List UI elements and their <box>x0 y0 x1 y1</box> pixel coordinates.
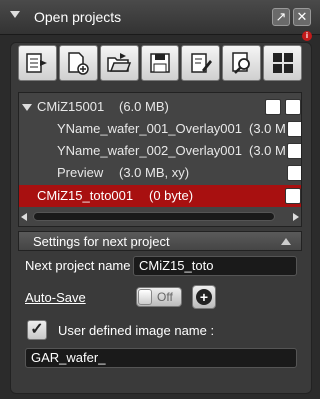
grid-layout-icon <box>272 53 293 73</box>
item-name: Preview <box>57 165 104 180</box>
open-project-button[interactable] <box>18 45 57 81</box>
briefcase-icon[interactable] <box>285 99 301 115</box>
grid-layout-button[interactable] <box>263 45 303 81</box>
list-item[interactable]: YName_wafer_002_Overlay001 (3.0 M <box>19 140 301 162</box>
find-icon <box>231 52 250 74</box>
settings-header[interactable]: Settings for next project <box>18 231 302 251</box>
item-size: (3.0 M <box>249 143 286 158</box>
find-button[interactable] <box>222 45 262 81</box>
project-size: (6.0 MB) <box>119 99 169 114</box>
collapse-icon[interactable] <box>10 11 20 18</box>
close-icon[interactable]: ✕ <box>293 8 311 26</box>
scroll-thumb[interactable] <box>33 212 275 221</box>
project-name: CMiZ15001 <box>37 99 105 114</box>
file-icon[interactable] <box>287 121 301 137</box>
next-project-name-field[interactable]: CMiZ15_toto <box>133 256 297 276</box>
settings-header-label: Settings for next project <box>33 234 170 249</box>
scroll-right-icon[interactable] <box>293 213 299 221</box>
user-image-name-label: User defined image name : <box>58 323 215 338</box>
next-project-label: Next project name <box>25 258 131 273</box>
edit-button[interactable] <box>181 45 221 81</box>
title-bar: Open projects ↗ ✕ <box>0 0 320 35</box>
list-item-selected[interactable]: CMiZ15_toto001 (0 byte) <box>19 185 301 207</box>
file-icon[interactable] <box>287 165 301 181</box>
open-folder-icon <box>107 53 132 72</box>
add-button[interactable]: + <box>192 285 216 309</box>
toolbar <box>18 45 303 81</box>
item-size: (3.0 MB, xy) <box>119 165 190 180</box>
window-title: Open projects <box>34 9 122 25</box>
toggle-state: Off <box>157 290 173 304</box>
item-name: YName_wafer_001_Overlay001 <box>57 121 242 136</box>
open-project-icon <box>26 53 48 73</box>
list-item[interactable]: Preview (3.0 MB, xy) <box>19 162 301 184</box>
autosave-toggle[interactable]: Off <box>136 287 182 307</box>
save-icon <box>150 53 170 73</box>
horizontal-scrollbar[interactable] <box>19 209 301 225</box>
expand-icon[interactable] <box>22 104 32 111</box>
edit-icon <box>191 53 212 73</box>
open-folder-button[interactable] <box>99 45 139 81</box>
list-item[interactable]: YName_wafer_001_Overlay001 (3.0 M <box>19 118 301 140</box>
new-project-button[interactable] <box>58 45 98 81</box>
image-name-field[interactable]: GAR_wafer_ <box>25 348 297 368</box>
user-image-name-checkbox[interactable]: ✓ <box>27 320 47 340</box>
item-name: YName_wafer_002_Overlay001 <box>57 143 242 158</box>
plus-icon: + <box>196 289 212 305</box>
scroll-left-icon[interactable] <box>21 213 27 221</box>
collapse-section-icon[interactable] <box>281 238 291 245</box>
new-project-icon <box>68 52 90 75</box>
file-icon[interactable] <box>287 143 301 159</box>
project-size: (0 byte) <box>149 188 194 203</box>
list-item[interactable]: CMiZ15001 (6.0 MB) <box>19 96 301 118</box>
save-button[interactable] <box>140 45 180 81</box>
pin-icon[interactable]: ↗ <box>272 8 290 26</box>
briefcase-icon[interactable] <box>285 188 301 204</box>
projects-list[interactable]: CMiZ15001 (6.0 MB) YName_wafer_001_Overl… <box>18 92 302 227</box>
autosave-label[interactable]: Auto-Save <box>25 290 86 305</box>
info-icon[interactable]: i <box>302 31 312 41</box>
item-size: (3.0 M <box>249 121 286 136</box>
project-name: CMiZ15_toto001 <box>37 188 134 203</box>
toggle-knob <box>138 289 152 305</box>
save-icon[interactable] <box>265 99 281 115</box>
